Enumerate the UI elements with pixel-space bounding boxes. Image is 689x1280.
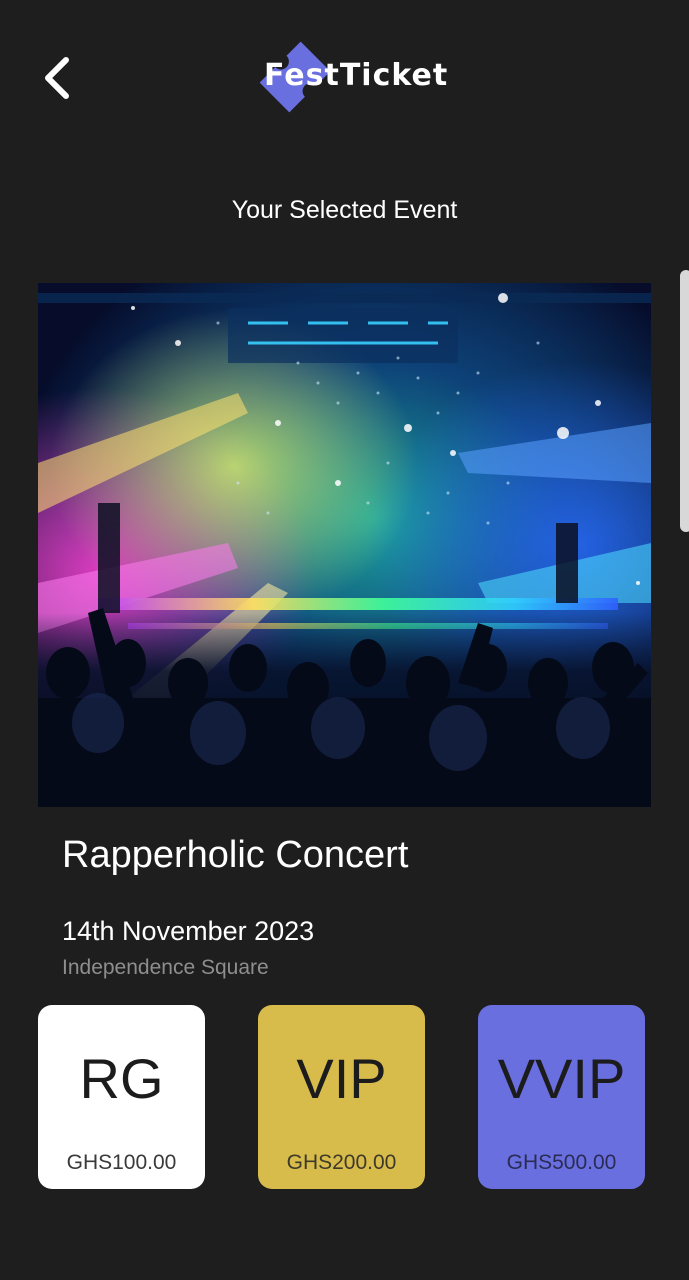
event-venue: Independence Square [62,956,269,979]
ticket-card-rg[interactable]: RG GHS100.00 [38,1005,205,1189]
ticket-card-vvip[interactable]: VVIP GHS500.00 [478,1005,645,1189]
event-image [38,283,651,807]
chevron-left-icon [45,57,69,99]
event-date: 14th November 2023 [62,916,315,946]
logo-text: FestTicket [264,58,449,93]
event-name: Rapperholic Concert [62,834,409,876]
ticket-tier-label: VVIP [497,1047,626,1110]
event-selection-screen: FestTicket Your Selected Event Rapperhol… [0,0,689,1280]
ticket-card-vip[interactable]: VIP GHS200.00 [258,1005,425,1189]
app-logo: FestTicket [260,40,447,115]
ticket-price: GHS200.00 [286,1151,397,1174]
ticket-price: GHS100.00 [66,1151,177,1174]
ticket-price: GHS500.00 [506,1151,617,1174]
ticket-tier-label: RG [79,1047,164,1110]
back-button[interactable] [30,50,86,106]
ticket-tier-label: VIP [296,1047,387,1110]
scrollbar[interactable] [680,270,689,532]
page-title: Your Selected Event [231,196,458,224]
